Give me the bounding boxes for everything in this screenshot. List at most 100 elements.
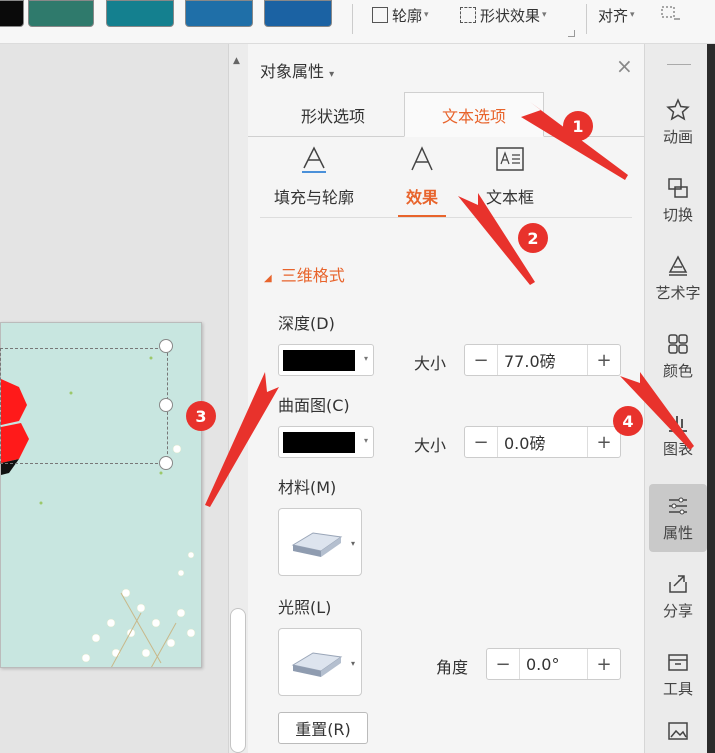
subtab-textbox-label: 文本框 [485,188,534,207]
sidebar-item-wordart[interactable]: 艺术字 [649,244,707,312]
sidebar-item-label: 颜色 [662,361,693,380]
sidebar-item-color[interactable]: 颜色 [649,322,707,390]
wordart-icon [668,254,688,276]
transition-icon [668,177,688,198]
lighting-preview-icon [291,652,343,677]
contour-size-label: 大小 [414,436,447,455]
sidebar-item-label: 艺术字 [655,283,701,302]
sidebar-item-label: 工具 [662,679,693,698]
reset-button[interactable]: 重置(R) [278,712,368,744]
resize-handle[interactable] [159,339,173,353]
lighting-picker[interactable]: ▾ [278,628,362,696]
image-icon [668,722,688,740]
chevron-down-icon: ▾ [329,69,335,80]
collapse-triangle-icon: ◢ [264,273,272,284]
chevron-down-icon: ▾ [363,436,368,445]
text-fill-icon [302,146,326,173]
close-button[interactable]: × [616,54,633,78]
dialog-launcher-icon[interactable] [568,30,575,37]
scroll-up-icon[interactable]: ▲ [233,56,240,66]
star-icon [666,97,690,121]
lighting-label: 光照(L) [278,598,332,617]
sidebar-item-image[interactable] [649,718,707,748]
subtab-textbox[interactable]: 文本框 [460,144,560,208]
increment-button[interactable]: + [588,345,620,375]
group-icon[interactable] [660,3,684,27]
chevron-down-icon: ▾ [363,354,368,363]
material-picker[interactable]: ▾ [278,508,362,576]
annotation-marker-3: 3 [186,401,216,431]
depth-size-stepper[interactable]: − 77.0磅 + [464,344,621,376]
shape-effect-label: 形状效果 [480,6,541,25]
material-label: 材料(M) [278,478,337,497]
angle-value[interactable]: 0.0° [519,649,588,679]
subtab-fill-outline-label: 填充与轮廓 [273,188,354,207]
angle-label: 角度 [436,658,469,677]
decrement-button[interactable]: − [465,427,497,457]
sliders-icon [669,497,687,514]
increment-button[interactable]: + [588,427,620,457]
outline-icon [372,7,388,23]
depth-size-label: 大小 [414,354,447,373]
share-icon [669,574,687,593]
sidebar-item-label: 属性 [662,523,693,542]
angle-stepper[interactable]: − 0.0° + [486,648,621,680]
sidebar-item-label: 分享 [662,601,693,620]
ribbon-divider [352,4,353,34]
decrement-button[interactable]: − [487,649,519,679]
tab-shape-options[interactable]: 形状选项 [258,92,408,137]
section-3d-format[interactable]: ◢ 三维格式 [264,262,345,286]
style-swatch-3[interactable] [106,0,174,27]
sidebar-item-animation[interactable]: 动画 [649,88,707,156]
style-swatch-5[interactable] [264,0,332,27]
sidebar-item-chart[interactable]: 图表 [649,400,707,468]
tab-shape-options-label: 形状选项 [300,106,365,126]
subtab-effect[interactable]: 效果 [372,144,472,208]
scrollbar-thumb[interactable] [230,608,246,753]
depth-color-picker[interactable]: ▾ [278,344,374,376]
sidebar-item-label: 切换 [662,205,693,224]
subtab-effect-label: 效果 [405,188,438,207]
subtab-divider [260,217,632,218]
style-swatch-1[interactable] [0,0,24,27]
sidebar-item-label: 动画 [662,127,693,146]
panel-title[interactable]: 对象属性 ▾ [260,58,334,82]
contour-color-picker[interactable]: ▾ [278,426,374,458]
selection-box[interactable] [0,348,168,464]
depth-size-value[interactable]: 77.0磅 [497,345,588,375]
tab-text-options-label: 文本选项 [441,106,506,126]
subtab-fill-outline[interactable]: 填充与轮廓 [264,144,364,208]
section-3d-format-label: 三维格式 [280,266,345,285]
chevron-down-icon: ▾ [542,10,547,20]
sidebar-item-transition[interactable]: 切换 [649,166,707,234]
chevron-down-icon: ▾ [630,10,635,20]
text-effect-icon [411,146,433,171]
align-button[interactable]: 对齐 ▾ [598,3,635,27]
sidebar-item-label: 图表 [662,439,693,458]
contour-size-value[interactable]: 0.0磅 [497,427,588,457]
depth-label: 深度(D) [278,314,335,333]
right-sidebar: 动画 切换 艺术字 颜色 图表 属性 分享 工具 [644,44,715,753]
ribbon-divider [586,4,587,34]
tab-text-options[interactable]: 文本选项 [404,92,544,137]
annotation-marker-4: 4 [613,406,643,436]
chevron-down-icon: ▾ [350,659,355,668]
depth-color-swatch [283,350,355,371]
ribbon-toolbar: 轮廓 ▾ 形状效果 ▾ 对齐 ▾ [0,0,715,44]
increment-button[interactable]: + [588,649,620,679]
shape-effect-button[interactable]: 形状效果 ▾ [460,3,547,27]
bar-chart-icon [669,415,687,432]
sidebar-item-properties[interactable]: 属性 [649,484,707,552]
contour-size-stepper[interactable]: − 0.0磅 + [464,426,621,458]
style-swatch-4[interactable] [185,0,253,27]
sidebar-item-tools[interactable]: 工具 [649,640,707,708]
decrement-button[interactable]: − [465,345,497,375]
style-swatch-2[interactable] [28,0,94,27]
outline-button[interactable]: 轮廓 ▾ [372,3,429,27]
resize-handle[interactable] [159,398,173,412]
sidebar-item-share[interactable]: 分享 [649,562,707,630]
color-grid-icon [668,333,688,354]
contour-label: 曲面图(C) [278,396,350,415]
resize-handle[interactable] [159,456,173,470]
annotation-marker-2: 2 [518,223,548,253]
